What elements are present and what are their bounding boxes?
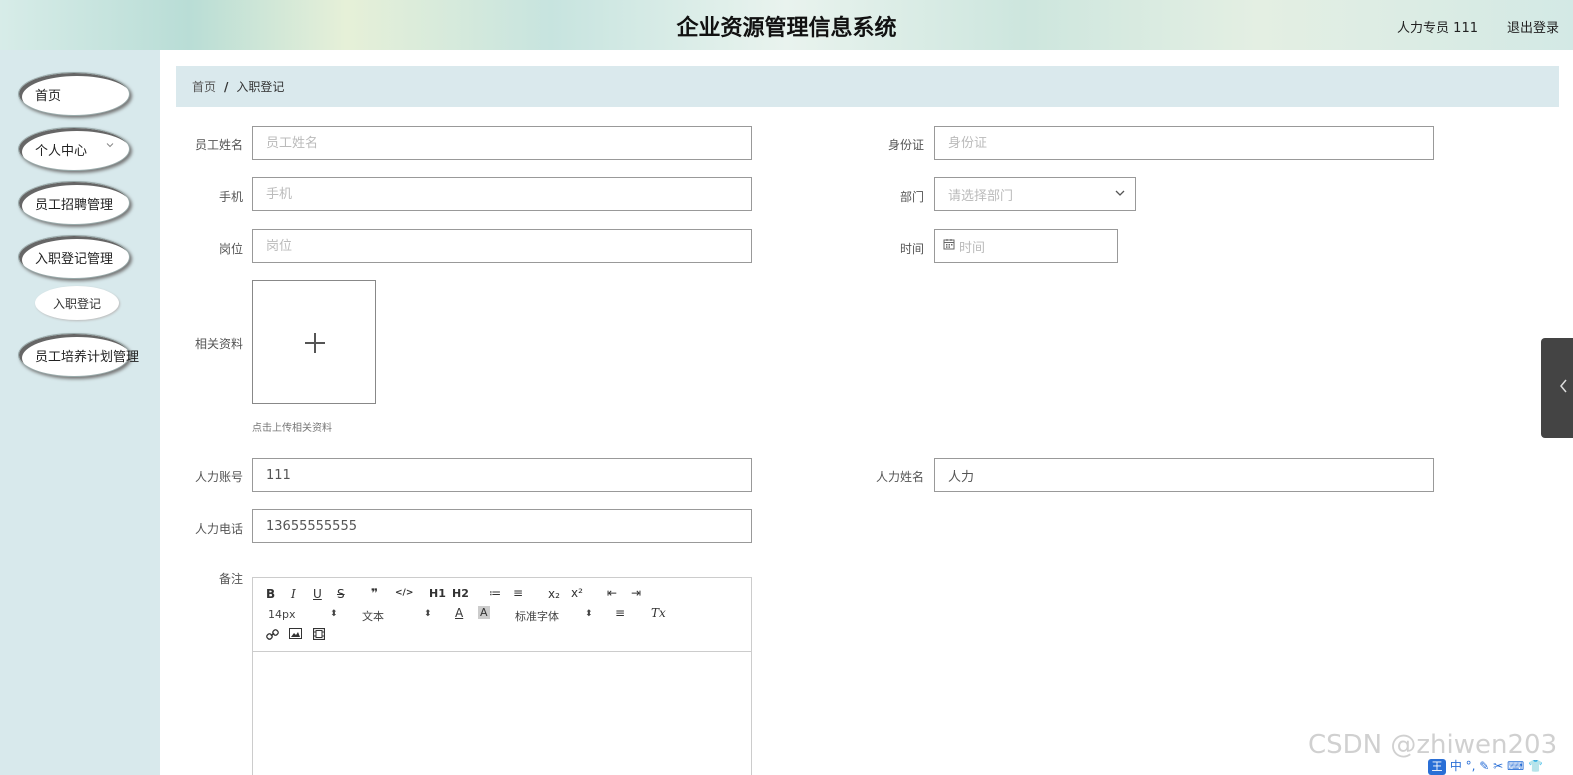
phone-input[interactable]	[252, 177, 752, 211]
hr-phone-input[interactable]	[252, 509, 752, 543]
clear-format-button[interactable]: Tx	[651, 606, 666, 620]
position-label: 岗位	[218, 242, 243, 256]
sidebar-item-home[interactable]: 首页	[18, 72, 130, 116]
hr-account-label: 人力账号	[194, 470, 243, 484]
sidebar-item-onboarding[interactable]: 入职登记管理	[18, 235, 130, 279]
employee-name-label: 员工姓名	[194, 138, 243, 152]
attachment-label: 相关资料	[194, 337, 243, 351]
ime-badge: 王	[1428, 759, 1446, 775]
watermark: CSDN @zhiwen203	[1308, 730, 1558, 760]
updown-icon: ⬍	[585, 609, 593, 619]
employee-name-input[interactable]	[252, 126, 752, 160]
strike-button[interactable]: S	[337, 587, 345, 601]
hr-name-input[interactable]	[934, 458, 1434, 492]
chevron-down-icon	[105, 140, 115, 153]
time-placeholder: 时间	[959, 240, 986, 256]
italic-button[interactable]: I	[291, 587, 296, 601]
upload-button[interactable]	[252, 280, 376, 404]
header-select[interactable]: 文本 ⬍	[362, 608, 432, 623]
bullet-list-button[interactable]: ≡	[513, 586, 523, 600]
app-title: 企业资源管理信息系统	[676, 16, 897, 41]
updown-icon: ⬍	[424, 609, 432, 619]
department-label: 部门	[899, 190, 924, 204]
editor-content-area[interactable]	[253, 653, 751, 775]
superscript-button[interactable]: x²	[571, 586, 583, 600]
video-icon[interactable]	[312, 627, 326, 643]
remark-label: 备注	[218, 572, 243, 586]
editor-toolbar: B I U S ❞ </> H1 H2 ≔ ≡ x₂ x² ⇤ ⇥ 14px ⬍…	[253, 578, 751, 652]
hr-account-input[interactable]	[252, 458, 752, 492]
upload-hint: 点击上传相关资料	[252, 423, 332, 434]
sidebar-item-recruitment[interactable]: 员工招聘管理	[18, 181, 130, 225]
font-family-value: 标准字体	[515, 610, 559, 623]
breadcrumb: 首页 / 入职登记	[176, 66, 1559, 107]
logout-button[interactable]: 退出登录	[1507, 17, 1559, 36]
code-button[interactable]: </>	[395, 588, 413, 598]
phone-label: 手机	[218, 190, 243, 204]
quote-button[interactable]: ❞	[371, 586, 378, 600]
underline-button[interactable]: U	[313, 587, 322, 601]
sidebar-item-label: 首页	[35, 88, 62, 104]
breadcrumb-current: 入职登记	[236, 80, 285, 94]
font-size-select[interactable]: 14px ⬍	[268, 608, 338, 622]
ime-toolbar: 王 中 °, ✎ ✂ ⌨ 👕	[1428, 757, 1543, 775]
sidebar-item-label: 个人中心	[35, 143, 88, 159]
sidebar-item-label: 员工培养计划管理	[35, 349, 140, 365]
align-button[interactable]: ≡	[615, 606, 625, 620]
updown-icon: ⬍	[330, 609, 338, 619]
ordered-list-button[interactable]: ≔	[489, 586, 501, 600]
id-card-input[interactable]	[934, 126, 1434, 160]
sidebar-subitem-onboarding-register[interactable]: 入职登记	[35, 286, 119, 320]
breadcrumb-home[interactable]: 首页	[192, 78, 216, 95]
outdent-button[interactable]: ⇤	[607, 586, 617, 600]
hr-phone-label: 人力电话	[194, 522, 243, 536]
font-color-button[interactable]: A	[455, 606, 463, 620]
image-icon[interactable]	[289, 628, 302, 643]
font-family-select[interactable]: 标准字体 ⬍	[515, 608, 593, 623]
background-color-button[interactable]: A	[478, 606, 490, 619]
position-input[interactable]	[252, 229, 752, 263]
bold-button[interactable]: B	[266, 587, 275, 601]
h2-button[interactable]: H2	[452, 587, 469, 600]
department-select[interactable]: 请选择部门	[934, 177, 1136, 211]
calendar-icon	[943, 238, 959, 254]
header-select-value: 文本	[362, 610, 384, 623]
chevron-down-icon	[1113, 186, 1127, 200]
hr-name-label: 人力姓名	[875, 470, 924, 484]
current-user: 人力专员 111	[1397, 21, 1478, 36]
link-icon[interactable]	[266, 628, 279, 644]
department-placeholder: 请选择部门	[948, 188, 1014, 204]
id-card-label: 身份证	[887, 138, 924, 152]
indent-button[interactable]: ⇥	[631, 586, 641, 600]
ime-tools: 中 °, ✎ ✂ ⌨ 👕	[1449, 759, 1544, 773]
font-size-value: 14px	[268, 608, 296, 621]
header-bar: 企业资源管理信息系统 人力专员 111 退出登录	[0, 0, 1573, 50]
sidebar-item-label: 员工招聘管理	[35, 197, 114, 213]
breadcrumb-separator: /	[224, 79, 229, 94]
subscript-button[interactable]: x₂	[548, 587, 560, 601]
time-picker[interactable]: 时间	[934, 229, 1118, 263]
sidebar-item-training-plan[interactable]: 员工培养计划管理	[18, 333, 139, 377]
rich-text-editor: B I U S ❞ </> H1 H2 ≔ ≡ x₂ x² ⇤ ⇥ 14px ⬍…	[252, 577, 752, 775]
chevron-left-icon	[1558, 378, 1568, 398]
side-drawer-toggle[interactable]	[1541, 338, 1573, 438]
time-label: 时间	[899, 242, 924, 256]
h1-button[interactable]: H1	[429, 587, 446, 600]
sidebar-item-label: 入职登记管理	[35, 251, 114, 267]
sidebar-item-personal-center[interactable]: 个人中心	[18, 127, 130, 171]
